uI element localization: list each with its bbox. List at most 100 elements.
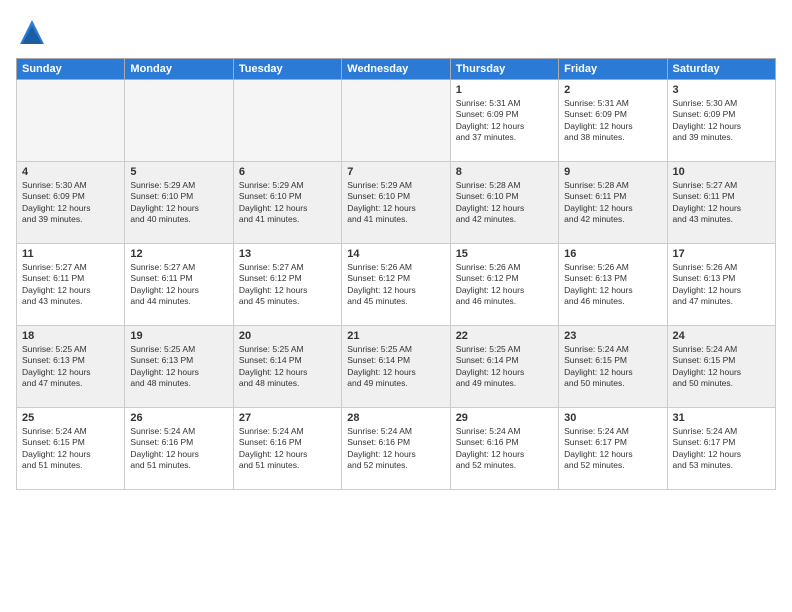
calendar-cell: 20 Sunrise: 5:25 AM Sunset: 6:14 PM Dayli… xyxy=(233,326,341,408)
day-detail: Sunrise: 5:29 AM Sunset: 6:10 PM Dayligh… xyxy=(347,180,444,226)
day-detail: Sunrise: 5:24 AM Sunset: 6:16 PM Dayligh… xyxy=(456,426,553,472)
day-number: 26 xyxy=(130,412,227,424)
calendar-week-2: 4Sunrise: 5:30 AM Sunset: 6:09 PM Daylig… xyxy=(17,162,776,244)
day-detail: Sunrise: 5:27 AM Sunset: 6:11 PM Dayligh… xyxy=(130,262,227,308)
day-number: 9 xyxy=(564,166,661,178)
calendar-cell: 31 Sunrise: 5:24 AM Sunset: 6:17 PM Dayli… xyxy=(667,408,775,490)
day-detail: Sunrise: 5:30 AM Sunset: 6:09 PM Dayligh… xyxy=(673,98,770,144)
calendar-cell: 8 Sunrise: 5:28 AM Sunset: 6:10 PM Daylig… xyxy=(450,162,558,244)
calendar-header-sunday: Sunday xyxy=(17,59,125,80)
day-detail: Sunrise: 5:30 AM Sunset: 6:09 PM Dayligh… xyxy=(22,180,119,226)
day-number: 11 xyxy=(22,248,119,260)
day-detail: Sunrise: 5:28 AM Sunset: 6:11 PM Dayligh… xyxy=(564,180,661,226)
calendar-week-4: 18 Sunrise: 5:25 AM Sunset: 6:13 PM Dayli… xyxy=(17,326,776,408)
calendar-cell: 29 Sunrise: 5:24 AM Sunset: 6:16 PM Dayli… xyxy=(450,408,558,490)
day-detail: Sunrise: 5:25 AM Sunset: 6:14 PM Dayligh… xyxy=(456,344,553,390)
day-detail: Sunrise: 5:24 AM Sunset: 6:16 PM Dayligh… xyxy=(347,426,444,472)
day-number: 29 xyxy=(456,412,553,424)
calendar-cell: 19 Sunrise: 5:25 AM Sunset: 6:13 PM Dayli… xyxy=(125,326,233,408)
calendar-cell xyxy=(233,80,341,162)
day-detail: Sunrise: 5:29 AM Sunset: 6:10 PM Dayligh… xyxy=(130,180,227,226)
day-detail: Sunrise: 5:27 AM Sunset: 6:12 PM Dayligh… xyxy=(239,262,336,308)
day-detail: Sunrise: 5:25 AM Sunset: 6:13 PM Dayligh… xyxy=(130,344,227,390)
day-number: 8 xyxy=(456,166,553,178)
day-number: 17 xyxy=(673,248,770,260)
day-detail: Sunrise: 5:24 AM Sunset: 6:16 PM Dayligh… xyxy=(130,426,227,472)
day-detail: Sunrise: 5:27 AM Sunset: 6:11 PM Dayligh… xyxy=(673,180,770,226)
day-number: 22 xyxy=(456,330,553,342)
calendar-cell: 14 Sunrise: 5:26 AM Sunset: 6:12 PM Dayli… xyxy=(342,244,450,326)
calendar-cell: 23Sunrise: 5:24 AM Sunset: 6:15 PM Dayli… xyxy=(559,326,667,408)
day-number: 20 xyxy=(239,330,336,342)
day-detail: Sunrise: 5:24 AM Sunset: 6:17 PM Dayligh… xyxy=(673,426,770,472)
day-number: 21 xyxy=(347,330,444,342)
day-number: 13 xyxy=(239,248,336,260)
day-detail: Sunrise: 5:28 AM Sunset: 6:10 PM Dayligh… xyxy=(456,180,553,226)
calendar-cell: 17Sunrise: 5:26 AM Sunset: 6:13 PM Dayli… xyxy=(667,244,775,326)
calendar-cell: 10 Sunrise: 5:27 AM Sunset: 6:11 PM Dayli… xyxy=(667,162,775,244)
day-detail: Sunrise: 5:26 AM Sunset: 6:13 PM Dayligh… xyxy=(564,262,661,308)
day-number: 23 xyxy=(564,330,661,342)
day-number: 18 xyxy=(22,330,119,342)
day-number: 27 xyxy=(239,412,336,424)
calendar-cell: 15 Sunrise: 5:26 AM Sunset: 6:12 PM Dayli… xyxy=(450,244,558,326)
day-detail: Sunrise: 5:27 AM Sunset: 6:11 PM Dayligh… xyxy=(22,262,119,308)
calendar-cell xyxy=(125,80,233,162)
day-detail: Sunrise: 5:26 AM Sunset: 6:12 PM Dayligh… xyxy=(347,262,444,308)
calendar-cell: 18 Sunrise: 5:25 AM Sunset: 6:13 PM Dayli… xyxy=(17,326,125,408)
calendar-header-tuesday: Tuesday xyxy=(233,59,341,80)
calendar-cell: 7 Sunrise: 5:29 AM Sunset: 6:10 PM Daylig… xyxy=(342,162,450,244)
calendar-header-thursday: Thursday xyxy=(450,59,558,80)
calendar-cell: 5 Sunrise: 5:29 AM Sunset: 6:10 PM Daylig… xyxy=(125,162,233,244)
day-detail: Sunrise: 5:29 AM Sunset: 6:10 PM Dayligh… xyxy=(239,180,336,226)
day-number: 15 xyxy=(456,248,553,260)
day-number: 12 xyxy=(130,248,227,260)
calendar-week-5: 25Sunrise: 5:24 AM Sunset: 6:15 PM Dayli… xyxy=(17,408,776,490)
calendar-cell: 13 Sunrise: 5:27 AM Sunset: 6:12 PM Dayli… xyxy=(233,244,341,326)
calendar-cell: 21 Sunrise: 5:25 AM Sunset: 6:14 PM Dayli… xyxy=(342,326,450,408)
day-number: 7 xyxy=(347,166,444,178)
calendar-header-row: SundayMondayTuesdayWednesdayThursdayFrid… xyxy=(17,59,776,80)
calendar-cell: 27Sunrise: 5:24 AM Sunset: 6:16 PM Dayli… xyxy=(233,408,341,490)
calendar-cell: 6 Sunrise: 5:29 AM Sunset: 6:10 PM Daylig… xyxy=(233,162,341,244)
logo xyxy=(16,16,54,48)
calendar-cell: 4Sunrise: 5:30 AM Sunset: 6:09 PM Daylig… xyxy=(17,162,125,244)
calendar-cell: 30Sunrise: 5:24 AM Sunset: 6:17 PM Dayli… xyxy=(559,408,667,490)
day-number: 16 xyxy=(564,248,661,260)
day-number: 19 xyxy=(130,330,227,342)
calendar-header-wednesday: Wednesday xyxy=(342,59,450,80)
day-detail: Sunrise: 5:24 AM Sunset: 6:17 PM Dayligh… xyxy=(564,426,661,472)
calendar-cell: 11 Sunrise: 5:27 AM Sunset: 6:11 PM Dayli… xyxy=(17,244,125,326)
calendar-cell xyxy=(17,80,125,162)
calendar-cell xyxy=(342,80,450,162)
page: SundayMondayTuesdayWednesdayThursdayFrid… xyxy=(0,0,792,612)
day-detail: Sunrise: 5:25 AM Sunset: 6:14 PM Dayligh… xyxy=(239,344,336,390)
calendar-week-3: 11 Sunrise: 5:27 AM Sunset: 6:11 PM Dayli… xyxy=(17,244,776,326)
day-number: 14 xyxy=(347,248,444,260)
calendar-week-1: 1Sunrise: 5:31 AM Sunset: 6:09 PM Daylig… xyxy=(17,80,776,162)
calendar-cell: 9 Sunrise: 5:28 AM Sunset: 6:11 PM Daylig… xyxy=(559,162,667,244)
day-detail: Sunrise: 5:24 AM Sunset: 6:15 PM Dayligh… xyxy=(673,344,770,390)
day-detail: Sunrise: 5:31 AM Sunset: 6:09 PM Dayligh… xyxy=(564,98,661,144)
day-number: 5 xyxy=(130,166,227,178)
day-number: 31 xyxy=(673,412,770,424)
day-detail: Sunrise: 5:25 AM Sunset: 6:14 PM Dayligh… xyxy=(347,344,444,390)
calendar-cell: 2 Sunrise: 5:31 AM Sunset: 6:09 PM Daylig… xyxy=(559,80,667,162)
calendar-header-saturday: Saturday xyxy=(667,59,775,80)
calendar-cell: 3 Sunrise: 5:30 AM Sunset: 6:09 PM Daylig… xyxy=(667,80,775,162)
day-number: 3 xyxy=(673,84,770,96)
logo-icon xyxy=(16,16,48,48)
day-detail: Sunrise: 5:26 AM Sunset: 6:12 PM Dayligh… xyxy=(456,262,553,308)
day-number: 25 xyxy=(22,412,119,424)
day-number: 24 xyxy=(673,330,770,342)
day-detail: Sunrise: 5:25 AM Sunset: 6:13 PM Dayligh… xyxy=(22,344,119,390)
calendar-cell: 28Sunrise: 5:24 AM Sunset: 6:16 PM Dayli… xyxy=(342,408,450,490)
day-number: 6 xyxy=(239,166,336,178)
calendar-cell: 24 Sunrise: 5:24 AM Sunset: 6:15 PM Dayli… xyxy=(667,326,775,408)
day-detail: Sunrise: 5:31 AM Sunset: 6:09 PM Dayligh… xyxy=(456,98,553,144)
calendar-cell: 12 Sunrise: 5:27 AM Sunset: 6:11 PM Dayli… xyxy=(125,244,233,326)
day-number: 10 xyxy=(673,166,770,178)
calendar-cell: 26 Sunrise: 5:24 AM Sunset: 6:16 PM Dayli… xyxy=(125,408,233,490)
day-number: 2 xyxy=(564,84,661,96)
calendar-cell: 22 Sunrise: 5:25 AM Sunset: 6:14 PM Dayli… xyxy=(450,326,558,408)
